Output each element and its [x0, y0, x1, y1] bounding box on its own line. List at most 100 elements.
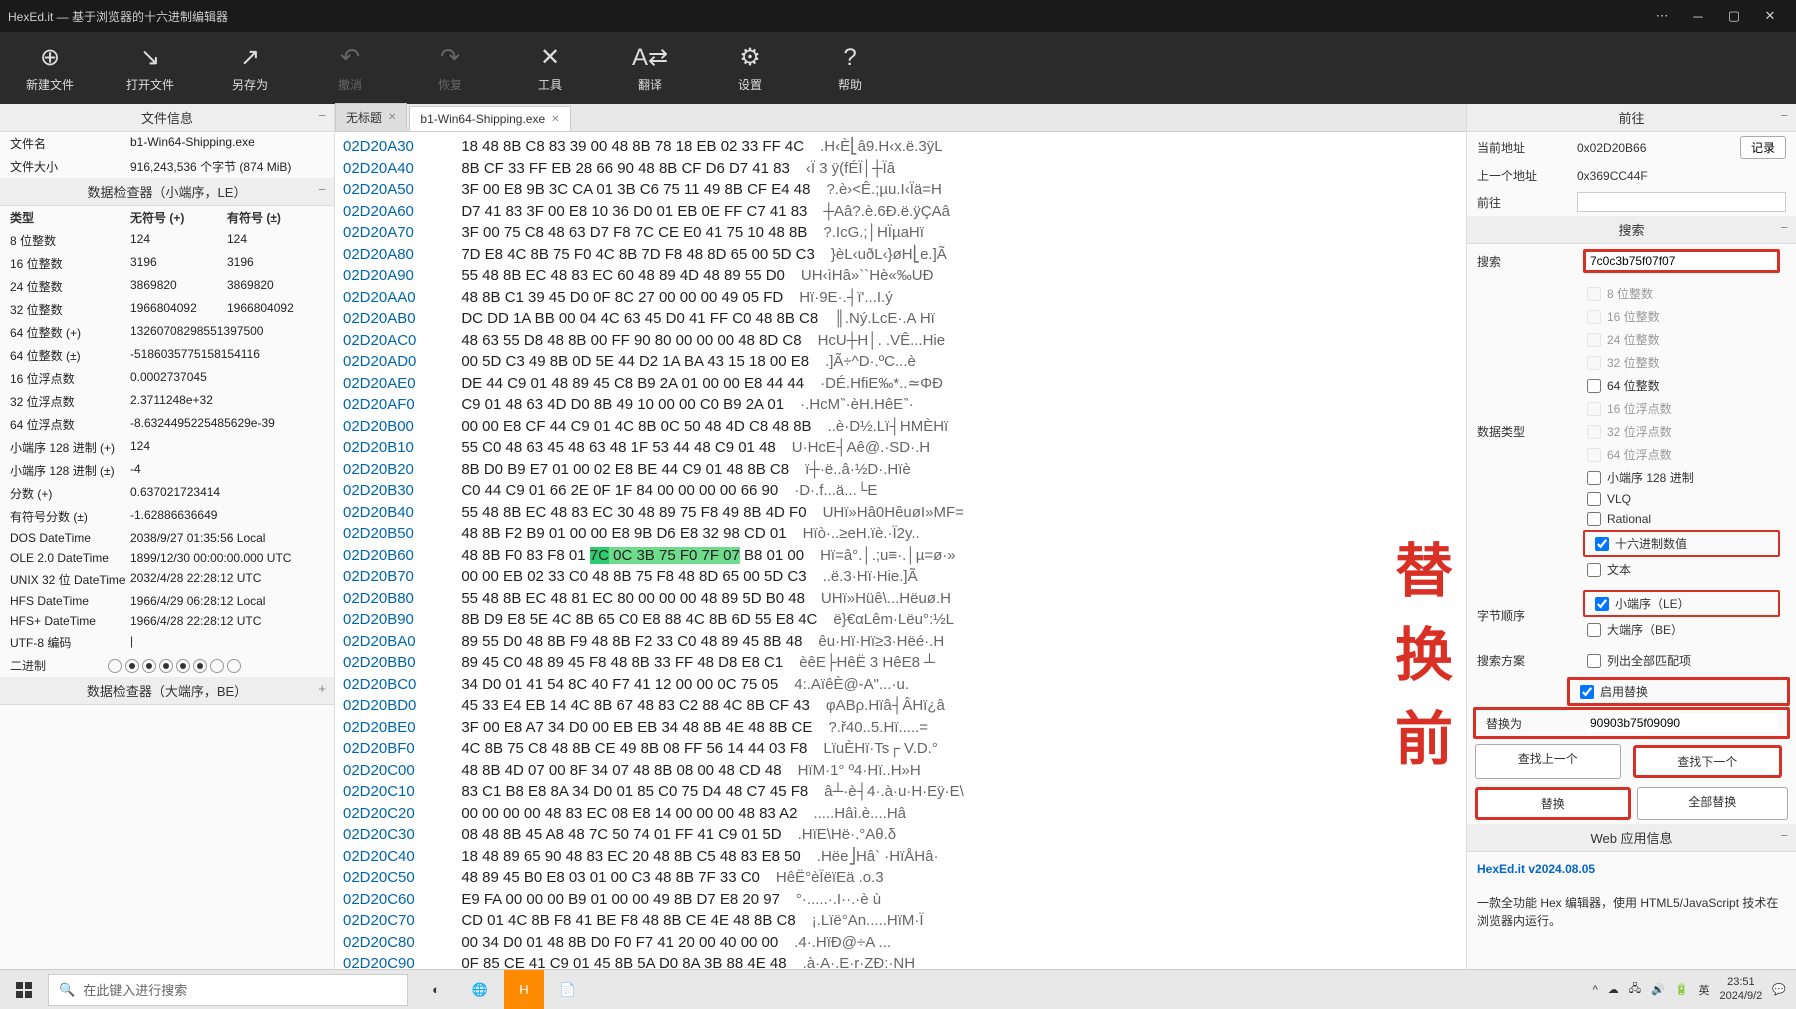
hex-line[interactable]: 02D20B50 48 8B F2 B9 01 00 00 E8 9B D6 E…	[343, 523, 1458, 545]
hex-line[interactable]: 02D20BB0 89 45 C0 48 89 45 F8 48 8B 33 F…	[343, 652, 1458, 674]
replace-all-button[interactable]: 全部替换	[1637, 787, 1789, 820]
hex-bytes[interactable]: 18 48 89 65 90 48 83 EC 20 48 8B C5 48 8…	[453, 846, 801, 868]
collapse-icon[interactable]: −	[1780, 220, 1788, 235]
hex-bytes[interactable]: 55 C0 48 63 45 48 63 48 1F 53 44 48 C9 0…	[453, 437, 776, 459]
hex-bytes[interactable]: 48 8B F2 B9 01 00 00 E8 9B D6 E8 32 98 C…	[453, 523, 787, 545]
hex-bytes[interactable]: 55 48 8B EC 48 83 EC 60 48 89 4D 48 89 5…	[453, 265, 785, 287]
tool-打开文件[interactable]: ↘打开文件	[100, 32, 200, 104]
hex-line[interactable]: 02D20AC0 48 63 55 D8 48 8B 00 FF 90 80 0…	[343, 330, 1458, 352]
hex-line[interactable]: 02D20AD0 00 5D C3 49 8B 0D 5E 44 D2 1A B…	[343, 351, 1458, 373]
hex-view[interactable]: 02D20A30 18 48 8B C8 83 39 00 48 8B 78 1…	[335, 132, 1466, 969]
hex-bytes[interactable]: 3F 00 75 C8 48 63 D7 F8 7C CE E0 41 75 1…	[453, 222, 807, 244]
app-notepad[interactable]: 📄	[548, 970, 588, 1009]
tab[interactable]: 无标题✕	[335, 103, 407, 131]
hex-bytes[interactable]: 3F 00 E8 A7 34 D0 00 EB EB 34 48 8B 4E 4…	[453, 717, 812, 739]
hex-bytes[interactable]: 00 34 D0 01 48 8B D0 F0 F7 41 20 00 40 0…	[453, 932, 778, 954]
bit-1[interactable]	[210, 659, 224, 673]
hex-line[interactable]: 02D20C00 48 8B 4D 07 00 8F 34 07 48 8B 0…	[343, 760, 1458, 782]
tray-battery-icon[interactable]: 🔋	[1675, 983, 1689, 996]
tool-帮助[interactable]: ?帮助	[800, 32, 900, 104]
hex-bytes[interactable]: C0 44 C9 01 66 2E 0F 1F 84 00 00 00 00 6…	[453, 480, 778, 502]
hex-bytes[interactable]: 00 00 00 00 48 83 EC 08 E8 14 00 00 00 4…	[453, 803, 797, 825]
hex-line[interactable]: 02D20B00 00 00 E8 CF 44 C9 01 4C 8B 0C 5…	[343, 416, 1458, 438]
hex-line[interactable]: 02D20B20 8B D0 B9 E7 01 00 02 E8 BE 44 C…	[343, 459, 1458, 481]
checkbox-小端序（LE）[interactable]: 小端序（LE）	[1585, 592, 1778, 615]
search-input[interactable]	[1586, 252, 1777, 270]
hex-line[interactable]: 02D20B60 48 8B F0 83 F8 01 7C 0C 3B 75 F…	[343, 545, 1458, 567]
app-hexed[interactable]: H	[504, 970, 544, 1009]
checkbox-Rational[interactable]: Rational	[1577, 509, 1786, 529]
hex-line[interactable]: 02D20C90 0F 85 CE 41 C9 01 45 8B 5A D0 8…	[343, 953, 1458, 969]
hex-bytes[interactable]: 34 D0 01 41 54 8C 40 F7 41 12 00 00 0C 7…	[453, 674, 778, 696]
checkbox-VLQ[interactable]: VLQ	[1577, 489, 1786, 509]
tool-翻译[interactable]: A⇄翻译	[600, 32, 700, 104]
replace-input[interactable]	[1586, 714, 1777, 732]
hex-bytes[interactable]: 7D E8 4C 8B 75 F0 4C 8B 7D F8 48 8D 65 0…	[453, 244, 815, 266]
tool-设置[interactable]: ⚙设置	[700, 32, 800, 104]
collapse-icon[interactable]: −	[318, 182, 326, 197]
tray-onedrive-icon[interactable]: ☁	[1608, 983, 1619, 996]
hex-bytes[interactable]: 18 48 8B C8 83 39 00 48 8B 78 18 EB 02 3…	[453, 136, 804, 158]
tray-chevron-icon[interactable]: ^	[1593, 984, 1598, 996]
hex-bytes[interactable]: 8B CF 33 FF EB 28 66 90 48 8B CF D6 D7 4…	[453, 158, 790, 180]
hex-line[interactable]: 02D20BD0 45 33 E4 EB 14 4C 8B 67 48 83 C…	[343, 695, 1458, 717]
hex-line[interactable]: 02D20BC0 34 D0 01 41 54 8C 40 F7 41 12 0…	[343, 674, 1458, 696]
record-button[interactable]: 记录	[1740, 136, 1786, 159]
tab-close-icon[interactable]: ✕	[551, 114, 559, 125]
hex-line[interactable]: 02D20C40 18 48 89 65 90 48 83 EC 20 48 8…	[343, 846, 1458, 868]
tool-另存为[interactable]: ↗另存为	[200, 32, 300, 104]
hex-bytes[interactable]: 0F 85 CE 41 C9 01 45 8B 5A D0 8A 3B 88 4…	[453, 953, 787, 969]
checkbox-大端序（BE）[interactable]: 大端序（BE）	[1577, 618, 1786, 641]
hex-line[interactable]: 02D20B90 8B D9 E8 5E 4C 8B 65 C0 E8 88 4…	[343, 609, 1458, 631]
hex-bytes[interactable]: 08 48 8B 45 A8 48 7C 50 74 01 FF 41 C9 0…	[453, 824, 782, 846]
hex-line[interactable]: 02D20AF0 C9 01 48 63 4D D0 8B 49 10 00 0…	[343, 394, 1458, 416]
goto-input[interactable]	[1577, 192, 1786, 212]
hex-line[interactable]: 02D20C60 E9 FA 00 00 00 B9 01 00 00 49 8…	[343, 889, 1458, 911]
expand-icon[interactable]: +	[318, 681, 326, 696]
tray-ime[interactable]: 英	[1698, 982, 1709, 998]
hex-line[interactable]: 02D20A70 3F 00 75 C8 48 63 D7 F8 7C CE E…	[343, 222, 1458, 244]
tool-撤消[interactable]: ↶撤消	[300, 32, 400, 104]
tray-network-icon[interactable]: 🖧	[1629, 980, 1641, 999]
find-prev-button[interactable]: 查找上一个	[1475, 744, 1621, 779]
hex-bytes[interactable]: C9 01 48 63 4D D0 8B 49 10 00 00 C0 B9 2…	[453, 394, 784, 416]
hex-line[interactable]: 02D20BE0 3F 00 E8 A7 34 D0 00 EB EB 34 4…	[343, 717, 1458, 739]
hex-line[interactable]: 02D20A80 7D E8 4C 8B 75 F0 4C 8B 7D F8 4…	[343, 244, 1458, 266]
hex-bytes[interactable]: 8B D0 B9 E7 01 00 02 E8 BE 44 C9 01 48 8…	[453, 459, 789, 481]
hex-bytes[interactable]: DE 44 C9 01 48 89 45 C8 B9 2A 01 00 00 E…	[453, 373, 804, 395]
tab-close-icon[interactable]: ✕	[388, 112, 396, 123]
tool-恢复[interactable]: ↷恢复	[400, 32, 500, 104]
hex-bytes[interactable]: 3F 00 E8 9B 3C CA 01 3B C6 75 11 49 8B C…	[453, 179, 810, 201]
hex-line[interactable]: 02D20C50 48 89 45 B0 E8 03 01 00 C3 48 8…	[343, 867, 1458, 889]
checkbox-十六进制数值[interactable]: 十六进制数值	[1585, 532, 1778, 555]
enable-replace-checkbox[interactable]: 启用替换	[1570, 680, 1787, 703]
clock[interactable]: 23:512024/9/2	[1719, 976, 1762, 1002]
hex-line[interactable]: 02D20A40 8B CF 33 FF EB 28 66 90 48 8B C…	[343, 158, 1458, 180]
hex-bytes[interactable]: CD 01 4C 8B F8 41 BE F8 48 8B CE 4E 48 8…	[453, 910, 796, 932]
hex-bytes[interactable]: DC DD 1A BB 00 04 4C 63 45 D0 41 FF C0 4…	[453, 308, 818, 330]
hex-line[interactable]: 02D20C20 00 00 00 00 48 83 EC 08 E8 14 0…	[343, 803, 1458, 825]
hex-line[interactable]: 02D20B70 00 00 EB 02 33 C0 48 8B 75 F8 4…	[343, 566, 1458, 588]
hex-line[interactable]: 02D20C70 CD 01 4C 8B F8 41 BE F8 48 8B C…	[343, 910, 1458, 932]
checkbox-列出全部匹配项[interactable]: 列出全部匹配项	[1577, 649, 1786, 672]
hex-bytes[interactable]: 4C 8B 75 C8 48 8B CE 49 8B 08 FF 56 14 4…	[453, 738, 807, 760]
hex-bytes[interactable]: 48 89 45 B0 E8 03 01 00 C3 48 8B 7F 33 C…	[453, 867, 760, 889]
hex-bytes[interactable]: 83 C1 B8 E8 8A 34 D0 01 85 C0 75 D4 48 C…	[453, 781, 808, 803]
collapse-icon[interactable]: −	[1780, 108, 1788, 123]
hex-bytes[interactable]: D7 41 83 3F 00 E8 10 36 D0 01 EB 0E FF C…	[453, 201, 807, 223]
checkbox-小端序 128 进制[interactable]: 小端序 128 进制	[1577, 466, 1786, 489]
bit-0[interactable]	[227, 659, 241, 673]
hex-bytes[interactable]: 55 48 8B EC 48 81 EC 80 00 00 00 48 89 5…	[453, 588, 805, 610]
hex-line[interactable]: 02D20A30 18 48 8B C8 83 39 00 48 8B 78 1…	[343, 136, 1458, 158]
hex-line[interactable]: 02D20A60 D7 41 83 3F 00 E8 10 36 D0 01 E…	[343, 201, 1458, 223]
maximize-icon[interactable]: ▢	[1716, 0, 1752, 32]
hex-bytes[interactable]: 00 5D C3 49 8B 0D 5E 44 D2 1A BA 43 15 1…	[453, 351, 809, 373]
hex-line[interactable]: 02D20AB0 DC DD 1A BB 00 04 4C 63 45 D0 4…	[343, 308, 1458, 330]
find-next-button[interactable]: 查找下一个	[1633, 745, 1783, 778]
tool-新建文件[interactable]: ⊕新建文件	[0, 32, 100, 104]
inspector-be-header[interactable]: 数据检查器（大端序，BE）+	[0, 677, 334, 705]
start-button[interactable]	[0, 970, 48, 1009]
replace-button[interactable]: 替换	[1475, 787, 1631, 820]
hex-line[interactable]: 02D20AE0 DE 44 C9 01 48 89 45 C8 B9 2A 0…	[343, 373, 1458, 395]
tool-工具[interactable]: ✕工具	[500, 32, 600, 104]
